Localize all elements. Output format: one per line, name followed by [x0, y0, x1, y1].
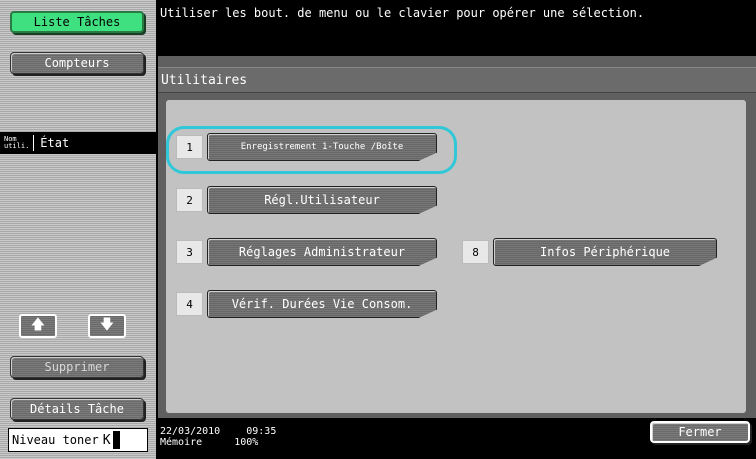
sidebar: Liste Tâches Compteurs Nom utili. État 🡅…: [0, 0, 156, 459]
job-list-button[interactable]: Liste Tâches: [10, 11, 144, 33]
time-text: 09:35: [246, 426, 277, 437]
arrow-up-icon: 🡅: [30, 317, 46, 333]
menu-item-4[interactable]: 4 Vérif. Durées Vie Consom.: [176, 290, 437, 318]
item-number: 4: [176, 292, 203, 316]
panel-title: Utilitaires: [158, 67, 756, 93]
delete-button[interactable]: Supprimer: [10, 356, 144, 378]
toner-level: Niveau toner K: [8, 428, 148, 452]
date-text: 22/03/2010: [160, 426, 221, 437]
scroll-down-button[interactable]: 🡇: [88, 314, 126, 338]
user-settings-button[interactable]: Régl.Utilisateur: [207, 186, 437, 214]
item-number: 1: [176, 135, 203, 159]
one-touch-registration-button[interactable]: Enregistrement 1-Touche /Boîte: [207, 133, 437, 161]
admin-settings-button[interactable]: Réglages Administrateur: [207, 238, 437, 266]
toner-k-label: K: [102, 432, 111, 448]
job-details-button[interactable]: Détails Tâche: [10, 398, 144, 420]
menu-item-1[interactable]: 1 Enregistrement 1-Touche /Boîte: [176, 133, 437, 161]
menu-item-8[interactable]: 8 Infos Périphérique: [462, 238, 717, 266]
scroll-up-button[interactable]: 🡅: [19, 314, 57, 338]
job-list-header: Nom utili. État: [0, 132, 156, 154]
close-button[interactable]: Fermer: [650, 421, 750, 443]
toner-label: Niveau toner: [12, 433, 99, 447]
item-number: 3: [176, 240, 203, 264]
counters-button[interactable]: Compteurs: [10, 52, 144, 74]
menu-item-3[interactable]: 3 Réglages Administrateur: [176, 238, 437, 266]
memory-value: 100%: [234, 437, 259, 448]
memory-label: Mémoire: [160, 437, 203, 448]
device-info-button[interactable]: Infos Périphérique: [493, 238, 717, 266]
item-number: 8: [462, 240, 489, 264]
column-divider: [33, 135, 35, 151]
toner-bar: [112, 431, 120, 449]
item-number: 2: [176, 188, 203, 212]
arrow-down-icon: 🡇: [99, 317, 115, 333]
menu-item-2[interactable]: 2 Régl.Utilisateur: [176, 186, 437, 214]
consumables-life-button[interactable]: Vérif. Durées Vie Consom.: [207, 290, 437, 318]
column-state-label: État: [40, 136, 70, 150]
column-user-label: Nom utili.: [4, 135, 30, 150]
instruction-message: Utiliser les bout. de menu ou le clavier…: [158, 0, 756, 56]
